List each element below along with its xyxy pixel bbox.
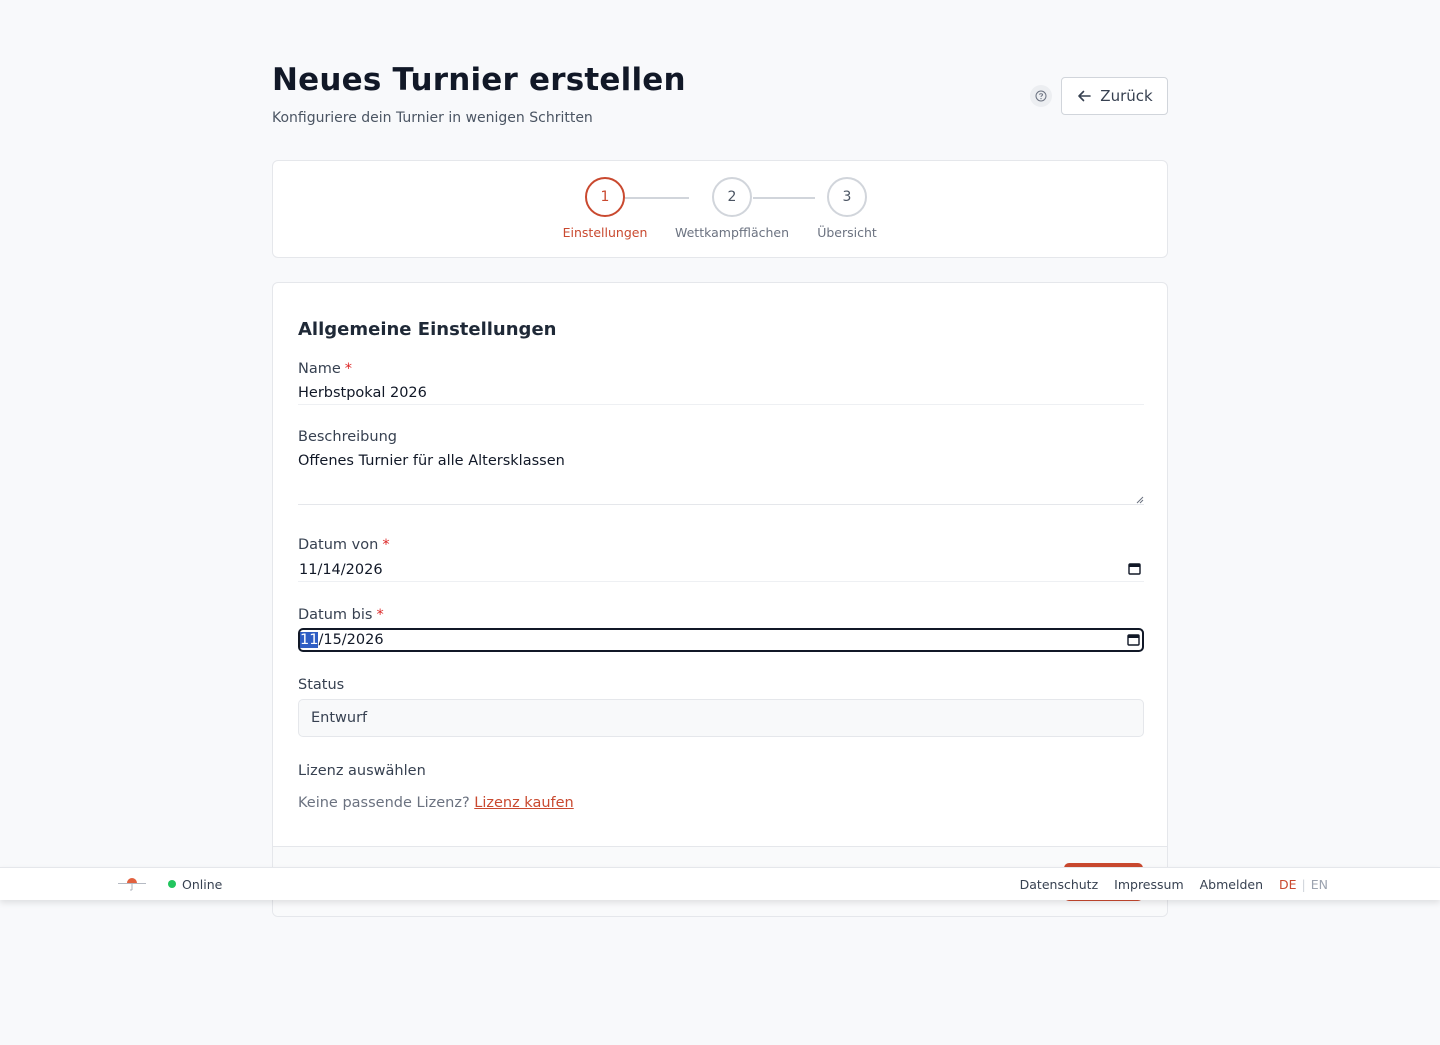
help-icon: [1035, 90, 1047, 102]
date-from-input[interactable]: 11/14/2026: [298, 558, 1144, 582]
arrow-left-icon: [1078, 90, 1092, 102]
imprint-link[interactable]: Impressum: [1114, 877, 1183, 892]
description-text: Offenes Turnier für alle Altersklassen: [298, 453, 565, 469]
step-connector: [625, 197, 689, 199]
step-2-label: Wettkampfflächen: [674, 225, 790, 240]
step-connector: [753, 197, 815, 199]
license-hint: Keine passende Lizenz? Lizenz kaufen: [298, 795, 574, 811]
date-from-label-text: Datum von: [298, 537, 379, 553]
section-title: Allgemeine Einstellungen: [298, 319, 557, 340]
status-label: Status: [298, 677, 345, 693]
online-status-text: Online: [182, 877, 223, 892]
description-label: Beschreibung: [298, 429, 397, 445]
license-label: Lizenz auswählen: [298, 763, 426, 779]
required-marker: *: [344, 361, 353, 377]
back-button-label: Zurück: [1100, 87, 1153, 105]
calendar-icon[interactable]: [1128, 562, 1141, 575]
date-from-value: 11/14/2026: [299, 561, 383, 578]
buy-license-link[interactable]: Lizenz kaufen: [474, 795, 573, 811]
required-marker: *: [382, 537, 390, 553]
date-to-label: Datum bis *: [298, 607, 384, 623]
lang-en[interactable]: EN: [1311, 877, 1328, 892]
page-title: Neues Turnier erstellen: [272, 62, 686, 98]
step-1-circle[interactable]: 1: [585, 177, 625, 217]
date-from-label: Datum von *: [298, 537, 390, 553]
status-select-value: Entwurf: [311, 710, 368, 726]
name-input[interactable]: Herbstpokal 2026: [298, 385, 1144, 405]
date-to-selected-segment: 11: [300, 632, 319, 648]
name-label: Name *: [298, 361, 352, 377]
settings-form: Allgemeine Einstellungen Name * Herbstpok…: [272, 282, 1168, 917]
lang-separator: |: [1301, 877, 1306, 892]
privacy-link[interactable]: Datenschutz: [1020, 877, 1099, 892]
step-3-label: Übersicht: [817, 225, 877, 240]
language-switcher: DE | EN: [1279, 877, 1328, 892]
step-1-label: Einstellungen: [562, 225, 648, 240]
footer-links: Datenschutz Impressum Abmelden DE | EN: [1004, 877, 1328, 892]
date-to-label-text: Datum bis: [298, 607, 373, 623]
name-label-text: Name: [298, 361, 341, 377]
date-to-input[interactable]: 11/15/2026: [298, 628, 1144, 652]
online-status-dot: [168, 880, 176, 888]
back-button[interactable]: Zurück: [1061, 77, 1168, 115]
page: Neues Turnier erstellen Konfiguriere dei…: [272, 0, 1168, 917]
resize-grip-icon[interactable]: [1135, 495, 1144, 504]
status-select[interactable]: Entwurf: [298, 699, 1144, 737]
date-to-value-rest: /15/2026: [318, 632, 384, 648]
app-footer: Online Datenschutz Impressum Abmelden DE…: [0, 867, 1440, 900]
lang-de[interactable]: DE: [1279, 877, 1297, 892]
stepper: 1 2 3 Einstellungen Wettkampfflächen Übe…: [272, 160, 1168, 258]
step-3-circle[interactable]: 3: [827, 177, 867, 217]
step-2-circle[interactable]: 2: [712, 177, 752, 217]
help-button[interactable]: [1030, 85, 1052, 107]
license-hint-text: Keine passende Lizenz?: [298, 795, 470, 811]
page-header: Neues Turnier erstellen Konfiguriere dei…: [272, 0, 1168, 160]
page-subtitle: Konfiguriere dein Turnier in wenigen Sch…: [272, 110, 593, 126]
calendar-icon[interactable]: [1127, 633, 1140, 646]
logout-link[interactable]: Abmelden: [1200, 877, 1263, 892]
description-textarea[interactable]: Offenes Turnier für alle Altersklassen: [298, 453, 1144, 505]
required-marker: *: [376, 607, 384, 623]
app-logo-icon: [118, 878, 146, 891]
